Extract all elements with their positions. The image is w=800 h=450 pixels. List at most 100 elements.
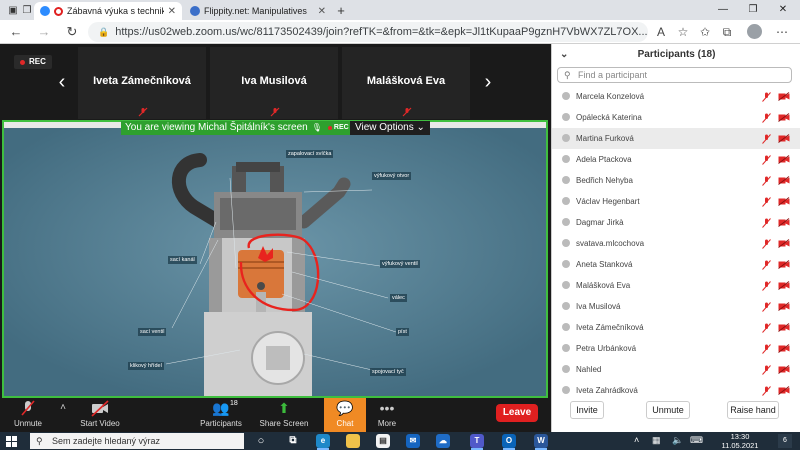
participant-row[interactable]: Iveta Zámečníková — [552, 317, 800, 338]
raise-hand-button[interactable]: Raise hand — [727, 401, 779, 419]
tab-flippity[interactable]: Flippity.net: Manipulatives ✕ — [184, 2, 332, 20]
task-view-windows-icon[interactable]: ⧉ — [286, 434, 300, 448]
share-screen-icon: ⬆ — [278, 400, 290, 416]
previous-page-icon[interactable]: ‹ — [52, 62, 72, 102]
participants-title: Participants (18) — [637, 49, 716, 60]
label-connecting-rod: spojovací tyč — [370, 368, 406, 376]
edge-browser-icon[interactable]: e — [316, 434, 330, 450]
participant-name: Marcela Konzelová — [576, 92, 645, 101]
favorite-icon[interactable]: ☆ — [675, 24, 691, 40]
participants-count-badge: 18 — [230, 400, 238, 407]
muted-mic-icon — [762, 239, 771, 249]
search-icon: ⚲ — [36, 436, 43, 446]
banner-recording-label: REC — [333, 124, 349, 131]
audio-options-button[interactable]: ˄ — [56, 398, 70, 432]
tab-zoom[interactable]: Zábavná výuka s technikou ✕ — [34, 2, 182, 20]
task-view-icon[interactable]: ○ — [254, 434, 268, 448]
more-button[interactable]: ••• More — [372, 398, 402, 432]
minimize-icon[interactable]: — — [708, 1, 738, 19]
language-icon[interactable]: ⌨ — [690, 435, 703, 446]
tile-name: Iva Musilová — [241, 75, 307, 87]
muted-mic-icon — [762, 155, 771, 165]
participant-row[interactable]: Malášková Eva — [552, 275, 800, 296]
tab-title: Flippity.net: Manipulatives — [204, 6, 307, 16]
close-window-icon[interactable]: ✕ — [768, 1, 798, 19]
participant-row[interactable]: Petra Urbánková — [552, 338, 800, 359]
windows-start-icon[interactable] — [6, 436, 17, 447]
view-options-label: View Options — [355, 122, 414, 133]
chat-button[interactable]: 💬 Chat — [324, 398, 366, 432]
notification-center-badge[interactable]: 6 — [778, 434, 792, 448]
chevron-up-icon: ˄ — [60, 402, 66, 413]
close-tab-icon[interactable]: ✕ — [168, 6, 176, 17]
chevron-down-icon: ⌄ — [416, 122, 425, 133]
start-video-button[interactable]: Start Video — [78, 398, 122, 432]
participant-row[interactable]: Aneta Stanková — [552, 254, 800, 275]
search-placeholder: Find a participant — [578, 70, 648, 80]
muted-mic-icon — [270, 107, 280, 117]
collapse-panel-icon[interactable]: ⌄ — [560, 44, 568, 66]
outlook-icon[interactable]: O — [502, 434, 516, 450]
unmute-self-button[interactable]: Unmute — [646, 401, 690, 419]
participant-name: Václav Hegenbart — [576, 197, 640, 206]
favorites-list-icon[interactable]: ✩ — [697, 24, 713, 40]
leave-button[interactable]: Leave — [496, 404, 538, 422]
label-exhaust-valve: výfukový ventil — [380, 260, 420, 268]
profile-avatar[interactable] — [747, 24, 762, 39]
back-icon[interactable]: ← — [8, 24, 24, 40]
participant-row[interactable]: Adela Ptackova — [552, 149, 800, 170]
word-icon[interactable]: W — [534, 434, 548, 450]
tab-actions-icon[interactable]: ❐ — [20, 3, 34, 17]
participant-row[interactable]: svatava.mlcochova — [552, 233, 800, 254]
participant-row[interactable]: Martina Furková — [552, 128, 800, 149]
participant-name: Adela Ptackova — [576, 155, 632, 164]
video-off-icon — [778, 260, 790, 269]
muted-mic-icon — [762, 113, 771, 123]
participant-row[interactable]: Václav Hegenbart — [552, 191, 800, 212]
search-icon: ⚲ — [564, 70, 571, 80]
reload-icon[interactable]: ↻ — [64, 24, 80, 40]
close-tab-icon[interactable]: ✕ — [318, 6, 326, 17]
participant-row[interactable]: Marcela Konzelová — [552, 86, 800, 107]
invite-button[interactable]: Invite — [570, 401, 604, 419]
collections-icon[interactable]: ⧉ — [719, 24, 735, 40]
participant-row[interactable]: Iva Musilová — [552, 296, 800, 317]
file-explorer-icon[interactable] — [346, 434, 360, 448]
participant-search-input[interactable]: ⚲ Find a participant — [557, 67, 792, 83]
muted-mic-icon — [21, 400, 35, 416]
view-options-button[interactable]: View Options ⌄ — [350, 121, 430, 135]
share-screen-button[interactable]: ⬆ Share Screen — [256, 398, 312, 432]
network-icon[interactable]: ▦ — [652, 435, 661, 446]
forward-icon[interactable]: → — [36, 24, 52, 40]
participant-row[interactable]: Bedřich Nehyba — [552, 170, 800, 191]
video-tile[interactable]: Iva Musilová — [210, 47, 338, 119]
restore-icon[interactable]: ❐ — [738, 1, 768, 19]
system-clock[interactable]: 13:30 11.05.2021 — [716, 432, 764, 450]
onedrive-icon[interactable]: ☁ — [436, 434, 450, 448]
mail-icon[interactable]: ✉ — [406, 434, 420, 448]
taskbar-search-input[interactable]: ⚲ Sem zadejte hledaný výraz — [30, 433, 244, 449]
new-tab-icon[interactable]: + — [334, 3, 348, 18]
read-aloud-icon[interactable]: A — [653, 24, 669, 40]
more-dots-icon: ••• — [379, 400, 395, 416]
participant-name: Nahled — [576, 365, 602, 374]
share-screen-label: Share Screen — [259, 419, 309, 428]
participant-row[interactable]: Iveta Zahrádková — [552, 380, 800, 401]
participant-row[interactable]: Nahled — [552, 359, 800, 380]
shared-screen[interactable]: zapalovací svíčka výfukový otvor sací ka… — [2, 120, 548, 398]
participant-row[interactable]: Dagmar Jirkà — [552, 212, 800, 233]
store-icon[interactable]: ▤ — [376, 434, 390, 448]
unmute-button[interactable]: Unmute — [8, 398, 48, 432]
tray-expand-icon[interactable]: ˄ — [634, 435, 639, 445]
volume-icon[interactable]: 🔈 — [672, 435, 683, 446]
participant-name: Petra Urbánková — [576, 344, 637, 353]
participant-row[interactable]: Opálecká Katerina — [552, 107, 800, 128]
video-tile[interactable]: Malášková Eva — [342, 47, 470, 119]
url-field[interactable]: 🔒 https://us02web.zoom.us/wc/81173502439… — [88, 22, 648, 42]
more-menu-icon[interactable]: ⋯ — [774, 24, 790, 40]
workspaces-icon[interactable]: ▣ — [6, 3, 20, 17]
video-tile[interactable]: Iveta Zámečníková — [78, 47, 206, 119]
clock-time: 13:30 — [730, 432, 750, 441]
next-page-icon[interactable]: › — [478, 62, 498, 102]
teams-icon[interactable]: T — [470, 434, 484, 450]
